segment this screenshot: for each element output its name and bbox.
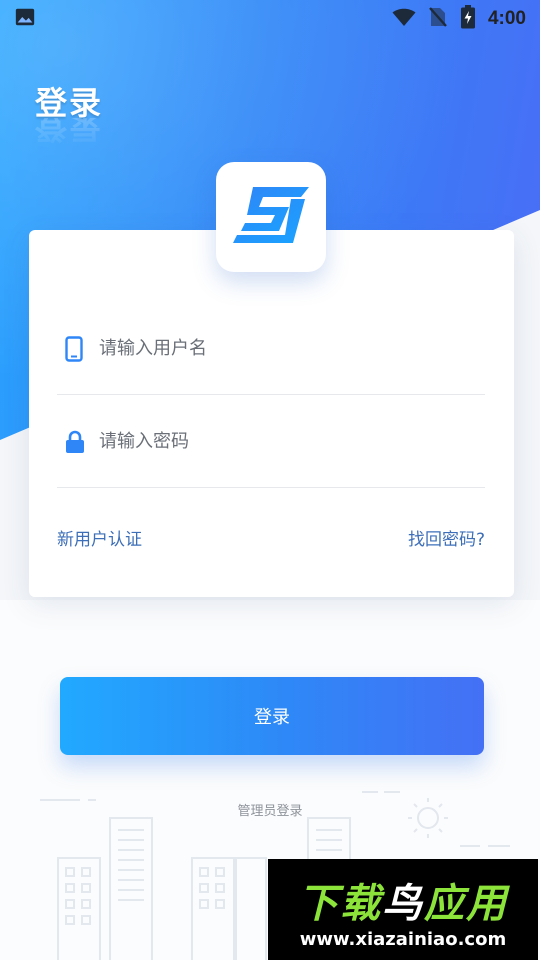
watermark-title-part2: 鸟 xyxy=(382,881,424,927)
watermark-banner: 下载鸟应用 www.xiazainiao.com xyxy=(268,859,538,960)
status-bar: 4:00 xyxy=(0,0,540,38)
watermark-title: 下载鸟应用 xyxy=(268,871,538,929)
password-field-row xyxy=(57,396,485,488)
wifi-icon xyxy=(392,7,416,31)
watermark-title-part3: 应用 xyxy=(424,881,508,927)
app-logo-icon xyxy=(231,185,311,249)
battery-charging-icon xyxy=(460,5,476,33)
image-icon xyxy=(14,6,36,32)
lock-icon xyxy=(57,430,93,454)
no-sim-icon xyxy=(428,6,448,32)
username-input[interactable] xyxy=(93,328,485,369)
app-logo xyxy=(216,162,326,272)
admin-login-link[interactable]: 管理员登录 xyxy=(0,800,540,819)
page-title-reflection: 登录 xyxy=(35,118,104,146)
watermark-title-part1: 下载 xyxy=(298,881,382,927)
password-input[interactable] xyxy=(93,421,485,462)
forgot-password-link[interactable]: 找回密码? xyxy=(408,525,485,550)
username-field-row xyxy=(57,303,485,395)
login-button[interactable]: 登录 xyxy=(60,677,484,755)
status-time: 4:00 xyxy=(487,8,526,29)
watermark-url: www.xiazainiao.com xyxy=(299,929,507,950)
phone-icon xyxy=(57,335,93,362)
new-user-verification-link[interactable]: 新用户认证 xyxy=(57,525,142,550)
